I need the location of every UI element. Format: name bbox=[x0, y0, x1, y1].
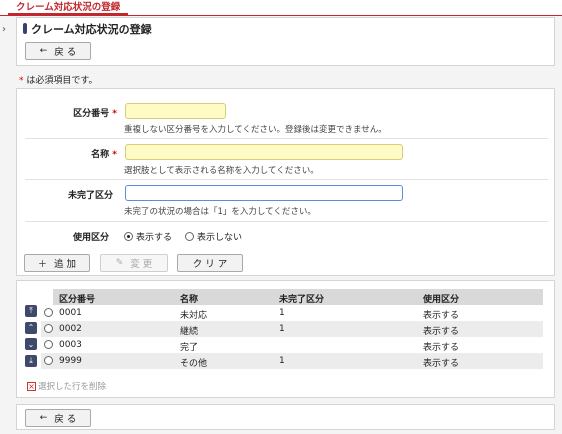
table-cell: 1 bbox=[279, 324, 285, 334]
table-cell: 表示する bbox=[423, 311, 460, 321]
delete-selected-rows-link[interactable]: × 選択した行を削除 bbox=[27, 380, 106, 392]
add-button[interactable]: ＋ 追 加 bbox=[24, 254, 90, 272]
back-button[interactable]: ← 戻 る bbox=[25, 42, 91, 60]
code-hint: 重複しない区分番号を入力してください。登録後は変更できません。 bbox=[124, 125, 387, 135]
radio-button[interactable] bbox=[185, 232, 194, 241]
table-cell: 未対応 bbox=[180, 311, 208, 321]
back-button-bottom[interactable]: ← 戻 る bbox=[25, 409, 91, 427]
column-header: 名称 bbox=[180, 295, 199, 305]
tab-bar: クレーム対応状況の登録 bbox=[0, 0, 562, 16]
table-row[interactable]: 0003 完了 表示する bbox=[41, 337, 543, 353]
table-cell: 1 bbox=[279, 356, 285, 366]
table-cell: 0003 bbox=[59, 340, 82, 350]
code-label-text: 区分番号 bbox=[73, 109, 110, 119]
add-button-label: 追 加 bbox=[53, 259, 77, 270]
list-panel: 区分番号 名称 未完了区分 使用区分 ⤒ ⌃ ⌄ ⤓ 0001 未対応 1 表示… bbox=[16, 280, 555, 398]
table-cell: 表示する bbox=[423, 359, 460, 369]
row-select-radio[interactable] bbox=[44, 356, 53, 365]
table-cell: 表示する bbox=[423, 327, 460, 337]
edit-button-label: 変 更 bbox=[130, 259, 153, 270]
row-select-radio[interactable] bbox=[44, 308, 53, 317]
column-header: 区分番号 bbox=[59, 295, 96, 305]
edit-button[interactable]: ✎ 変 更 bbox=[100, 254, 168, 272]
sidebar-toggle-icon[interactable]: › bbox=[2, 24, 6, 35]
usage-option-hide[interactable]: 表示しない bbox=[185, 230, 242, 243]
code-input[interactable] bbox=[125, 103, 226, 119]
arrow-left-icon: ← bbox=[39, 413, 48, 423]
table-cell: 完了 bbox=[180, 343, 199, 353]
column-header: 使用区分 bbox=[423, 295, 460, 305]
row-move-buttons: ⤒ ⌃ ⌄ ⤓ bbox=[25, 305, 37, 371]
name-hint: 選択肢として表示される名称を入力してください。 bbox=[124, 166, 319, 176]
delete-x-icon: × bbox=[27, 381, 36, 391]
required-note-text: は必須項目です。 bbox=[23, 76, 98, 86]
form-panel: 区分番号 * 重複しない区分番号を入力してください。登録後は変更できません。 名… bbox=[16, 88, 555, 276]
table-row[interactable]: 0002 継続 1 表示する bbox=[41, 321, 543, 337]
pencil-icon: ✎ bbox=[115, 258, 124, 268]
table-header: 区分番号 名称 未完了区分 使用区分 bbox=[53, 289, 543, 305]
table-cell: 1 bbox=[279, 308, 285, 318]
incomplete-label: 未完了区分 bbox=[67, 191, 113, 201]
table-cell: 継続 bbox=[180, 327, 199, 337]
divider bbox=[25, 179, 548, 180]
table-cell: その他 bbox=[180, 359, 208, 369]
column-header: 未完了区分 bbox=[279, 295, 325, 305]
row-select-radio[interactable] bbox=[44, 324, 53, 333]
table-cell: 0002 bbox=[59, 324, 82, 334]
radio-button[interactable] bbox=[124, 232, 133, 241]
table-cell: 表示する bbox=[423, 343, 460, 353]
incomplete-input[interactable] bbox=[125, 185, 403, 201]
name-required-mark: * bbox=[112, 150, 117, 160]
table-cell: 9999 bbox=[59, 356, 82, 366]
back-button-bottom-label: 戻 る bbox=[54, 414, 77, 425]
divider bbox=[25, 138, 548, 139]
table-cell: 0001 bbox=[59, 308, 82, 318]
required-note: * は必須項目です。 bbox=[19, 73, 97, 86]
usage-option-hide-label: 表示しない bbox=[197, 233, 243, 243]
code-label: 区分番号 * bbox=[17, 106, 117, 119]
incomplete-hint: 未完了の状況の場合は「1」を入力してください。 bbox=[124, 207, 316, 217]
usage-option-show[interactable]: 表示する bbox=[124, 230, 172, 243]
arrow-left-icon: ← bbox=[39, 46, 48, 56]
row-select-radio[interactable] bbox=[44, 340, 53, 349]
back-button-label: 戻 る bbox=[54, 47, 77, 58]
move-down-icon[interactable]: ⌄ bbox=[25, 338, 37, 350]
name-input[interactable] bbox=[125, 144, 403, 160]
footer-panel: ← 戻 る bbox=[16, 404, 555, 430]
move-bottom-icon[interactable]: ⤓ bbox=[25, 354, 37, 367]
page-title: クレーム対応状況の登録 bbox=[31, 23, 152, 36]
title-panel: クレーム対応状況の登録 ← 戻 る bbox=[16, 17, 555, 66]
name-label-text: 名称 bbox=[91, 150, 110, 160]
name-label: 名称 * bbox=[17, 147, 117, 160]
clear-button-label: ク リ ア bbox=[192, 259, 228, 270]
clear-button[interactable]: ク リ ア bbox=[177, 254, 243, 272]
title-marker bbox=[23, 23, 27, 34]
divider bbox=[25, 221, 548, 222]
move-up-icon[interactable]: ⌃ bbox=[25, 321, 37, 334]
usage-label: 使用区分 bbox=[72, 233, 109, 243]
usage-option-show-label: 表示する bbox=[136, 233, 173, 243]
table-row[interactable]: 0001 未対応 1 表示する bbox=[41, 305, 543, 321]
delete-selected-rows-label: 選択した行を削除 bbox=[38, 382, 107, 392]
tab-claim-status-register[interactable]: クレーム対応状況の登録 bbox=[8, 0, 129, 16]
plus-icon: ＋ bbox=[37, 259, 47, 270]
table-row[interactable]: 9999 その他 1 表示する bbox=[41, 353, 543, 369]
code-required-mark: * bbox=[112, 109, 117, 119]
move-top-icon[interactable]: ⤒ bbox=[25, 305, 37, 317]
